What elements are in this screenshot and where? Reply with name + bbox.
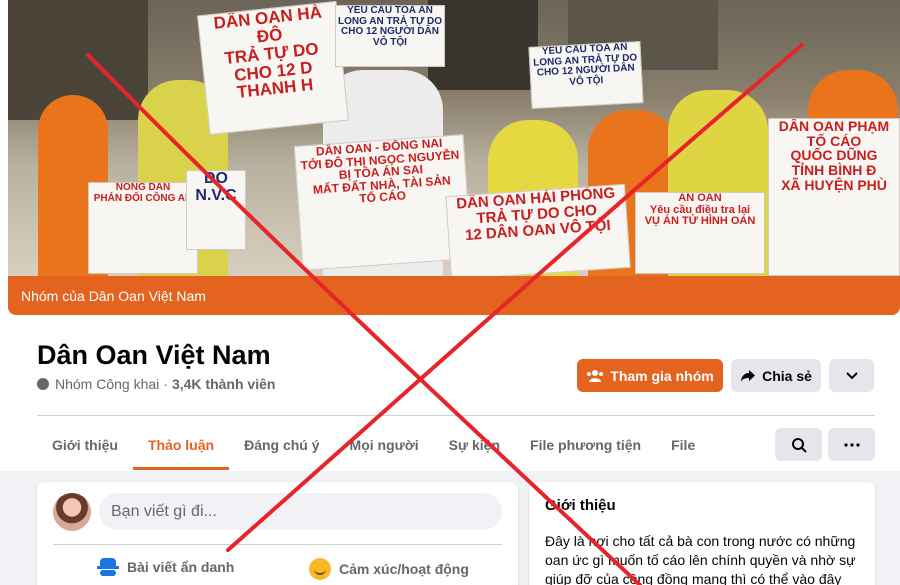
chevron-down-icon (845, 371, 858, 379)
share-button[interactable]: Chia sẻ (731, 359, 821, 392)
globe-icon (37, 378, 49, 390)
avatar[interactable] (53, 493, 91, 531)
more-tabs-button[interactable] (828, 428, 875, 461)
group-owner-label[interactable]: Nhóm của Dân Oan Việt Nam (21, 288, 206, 304)
cover-photo[interactable]: DÂN OAN HÀ ĐÔ TRẢ TỰ DO CHO 12 D THANH H… (8, 0, 900, 276)
protest-sign: AN OAN Yêu cầu điều tra lại VỤ ÁN TỬ HÌN… (635, 192, 765, 274)
tab-people[interactable]: Mọi người (335, 420, 434, 470)
join-group-label: Tham gia nhóm (610, 367, 714, 384)
header-divider (37, 415, 875, 416)
composer-divider (53, 544, 502, 545)
intro-title: Giới thiệu (545, 497, 616, 514)
group-privacy: Nhóm Công khai (55, 376, 160, 392)
member-count[interactable]: 3,4K thành viên (172, 376, 275, 392)
smile-icon (309, 558, 331, 580)
compose-input[interactable]: Bạn viết gì đi... (99, 493, 502, 530)
intro-card: Giới thiệu Đây là nơi cho tất cả bà con … (529, 482, 875, 585)
search-icon (791, 437, 807, 453)
anonymous-post-button[interactable]: Bài viết ẩn danh (97, 558, 234, 576)
incognito-icon (97, 558, 119, 576)
tab-featured[interactable]: Đáng chú ý (229, 420, 334, 470)
group-meta: Nhóm Công khai · 3,4K thành viên (37, 376, 275, 392)
protest-sign: NÔNG DÂN PHẢN ĐỐI CÔNG AN (88, 182, 198, 274)
tab-events[interactable]: Sự kiện (434, 420, 515, 470)
share-icon (741, 369, 756, 382)
ellipsis-icon (843, 442, 860, 447)
post-composer: Bạn viết gì đi... Bài viết ẩn danh Cảm x… (37, 482, 518, 585)
search-group-button[interactable] (775, 428, 822, 461)
cover-band: Nhóm của Dân Oan Việt Nam (8, 276, 900, 315)
feeling-activity-label: Cảm xúc/hoạt động (339, 561, 469, 577)
anonymous-post-label: Bài viết ẩn danh (127, 559, 235, 575)
protest-sign: YÊU CẦU TÒA ÁN LONG AN TRẢ TỰ DO CHO 12 … (335, 5, 445, 67)
protest-sign: DÂN OAN HẢI PHÒNG TRẢ TỰ DO CHO 12 DÂN O… (445, 183, 631, 276)
cover-section: DÂN OAN HÀ ĐÔ TRẢ TỰ DO CHO 12 D THANH H… (0, 0, 900, 315)
share-label: Chia sẻ (762, 367, 812, 384)
group-tabs: Giới thiệu Thảo luận Đáng chú ý Mọi ngườ… (37, 420, 710, 470)
tab-discussion[interactable]: Thảo luận (132, 420, 230, 470)
tab-about[interactable]: Giới thiệu (37, 420, 133, 470)
join-group-button[interactable]: Tham gia nhóm (577, 359, 723, 392)
feeling-activity-button[interactable]: Cảm xúc/hoạt động (309, 558, 469, 580)
protest-sign: DÂN OAN HÀ ĐÔ TRẢ TỰ DO CHO 12 D THANH H (197, 1, 349, 135)
people-icon (587, 369, 604, 382)
meta-separator: · (163, 376, 168, 392)
protest-sign: DO N.V.C (186, 170, 246, 250)
more-options-button[interactable] (829, 359, 874, 392)
intro-text: Đây là nơi cho tất cả bà con trong nước … (545, 533, 856, 585)
tab-files[interactable]: File (656, 420, 710, 470)
group-title[interactable]: Dân Oan Việt Nam (37, 340, 271, 371)
protest-sign: YÊU CẦU TÒA ÁN LONG AN TRẢ TỰ DO CHO 12 … (528, 41, 644, 109)
protest-sign: DÂN OAN PHẠM TỐ CÁO QUỐC DŨNG TỈNH BÌNH … (768, 118, 900, 276)
tab-media[interactable]: File phương tiện (515, 420, 656, 470)
